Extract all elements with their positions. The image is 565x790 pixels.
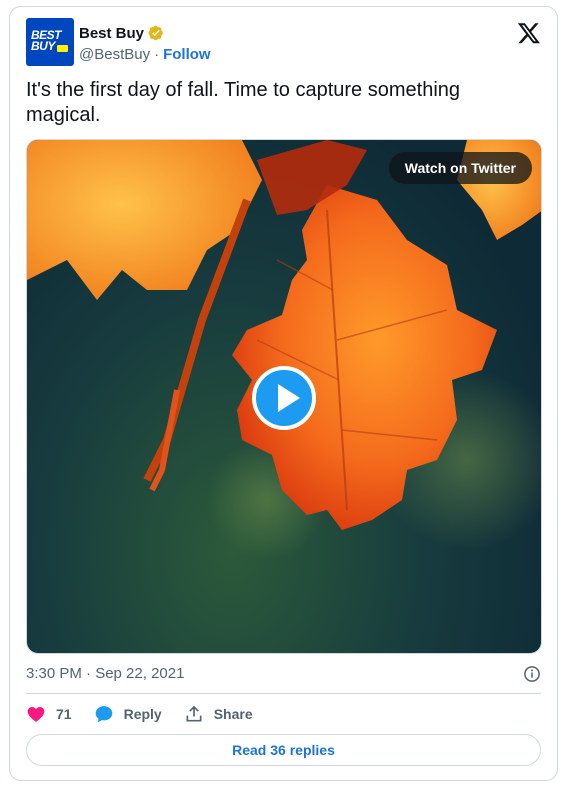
reply-label: Reply: [123, 706, 162, 722]
play-icon: [278, 384, 300, 412]
account-handle[interactable]: @BestBuy: [79, 46, 150, 63]
video-media[interactable]: Watch on Twitter: [26, 139, 542, 654]
account-name-row: Best Buy: [79, 24, 164, 42]
logo-tag-icon: [57, 45, 68, 52]
like-button[interactable]: 71: [26, 704, 72, 724]
avatar[interactable]: BEST BUY: [26, 18, 74, 66]
account-name[interactable]: Best Buy: [79, 25, 144, 42]
play-button[interactable]: [252, 366, 316, 430]
share-button[interactable]: Share: [184, 704, 253, 724]
share-icon: [186, 705, 202, 722]
account-handle-row: @BestBuy · Follow: [79, 46, 211, 63]
tweet-text: It's the first day of fall. Time to capt…: [26, 79, 461, 126]
follow-button[interactable]: Follow: [163, 46, 211, 63]
read-replies-button[interactable]: Read 36 replies: [26, 734, 541, 766]
like-count: 71: [56, 706, 72, 722]
tweet-header: BEST BUY Best Buy @BestBuy · Follow: [26, 18, 541, 68]
info-icon[interactable]: [523, 665, 541, 683]
reply-bubble-icon: [95, 706, 112, 723]
tweet-actions: 71 Reply Share: [26, 703, 275, 725]
tweet-meta: 3:30 PM · Sep 22, 2021: [26, 663, 541, 685]
verified-badge-icon: [148, 25, 163, 41]
divider: [26, 693, 541, 694]
x-logo-icon[interactable]: [517, 21, 541, 45]
tweet-card: BEST BUY Best Buy @BestBuy · Follow It's …: [9, 6, 558, 781]
tweet-timestamp[interactable]: 3:30 PM · Sep 22, 2021: [26, 665, 184, 682]
reply-button[interactable]: Reply: [94, 704, 162, 724]
heart-icon: [27, 707, 45, 722]
watch-on-twitter-button[interactable]: Watch on Twitter: [388, 152, 532, 184]
handle-separator: ·: [154, 46, 160, 63]
share-label: Share: [213, 706, 253, 722]
